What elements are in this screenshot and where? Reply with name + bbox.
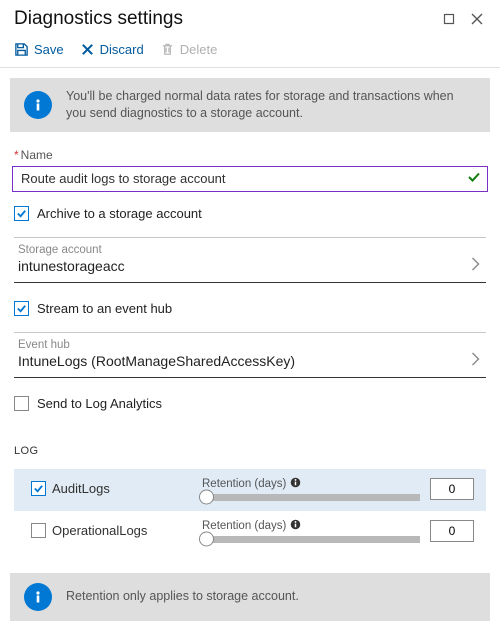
blade-header: Diagnostics settings	[0, 0, 500, 34]
discard-button[interactable]: Discard	[80, 42, 144, 57]
log-analytics-checkbox[interactable]	[14, 396, 29, 411]
name-label: *Name	[0, 148, 500, 162]
log-analytics-label: Send to Log Analytics	[37, 396, 162, 411]
discard-label: Discard	[100, 42, 144, 57]
name-input[interactable]	[19, 170, 467, 187]
archive-label: Archive to a storage account	[37, 206, 202, 221]
log-row-operationallogs: OperationalLogs Retention (days)	[14, 511, 486, 553]
retention-label: Retention (days)	[202, 478, 286, 490]
chevron-right-icon	[471, 257, 482, 274]
info-icon[interactable]	[290, 519, 301, 533]
info-icon[interactable]	[290, 477, 301, 491]
retention-slider-col: Retention (days)	[202, 519, 420, 543]
name-input-wrap[interactable]	[12, 166, 488, 192]
event-hub-picker[interactable]: Event hub IntuneLogs (RootManageSharedAc…	[14, 332, 486, 378]
retention-input[interactable]	[430, 520, 474, 542]
log-heading: LOG	[14, 445, 486, 457]
info-message: Retention only applies to storage accoun…	[66, 588, 299, 605]
slider-thumb[interactable]	[199, 532, 214, 547]
storage-account-value: intunestorageacc	[18, 258, 471, 274]
log-section: LOG AuditLogs Retention (days)	[0, 445, 500, 553]
storage-account-picker[interactable]: Storage account intunestorageacc	[14, 237, 486, 283]
stream-checkbox-row[interactable]: Stream to an event hub	[0, 299, 500, 326]
log-table: AuditLogs Retention (days)	[14, 469, 486, 553]
retention-slider-col: Retention (days)	[202, 477, 420, 501]
info-icon	[24, 583, 52, 611]
event-hub-value: IntuneLogs (RootManageSharedAccessKey)	[18, 353, 471, 369]
toolbar-divider	[0, 67, 500, 68]
retention-slider[interactable]	[202, 494, 420, 501]
slider-thumb[interactable]	[199, 490, 214, 505]
operationallogs-checkbox[interactable]	[31, 523, 46, 538]
info-icon	[24, 91, 52, 119]
storage-account-label: Storage account	[18, 244, 471, 256]
restore-icon[interactable]	[440, 10, 458, 28]
log-name: AuditLogs	[52, 481, 202, 496]
delete-label: Delete	[180, 42, 218, 57]
log-row-auditlogs: AuditLogs Retention (days)	[14, 469, 486, 511]
info-message: You'll be charged normal data rates for …	[66, 88, 476, 122]
required-asterisk: *	[14, 148, 19, 162]
discard-icon	[80, 42, 95, 57]
close-icon[interactable]	[468, 10, 486, 28]
info-banner-top: You'll be charged normal data rates for …	[10, 78, 490, 132]
archive-checkbox-row[interactable]: Archive to a storage account	[0, 204, 500, 231]
log-name: OperationalLogs	[52, 523, 202, 538]
retention-label: Retention (days)	[202, 520, 286, 532]
stream-label: Stream to an event hub	[37, 301, 172, 316]
save-label: Save	[34, 42, 64, 57]
auditlogs-checkbox[interactable]	[31, 481, 46, 496]
diagnostics-blade: Diagnostics settings Save Discard	[0, 0, 500, 621]
stream-checkbox[interactable]	[14, 301, 29, 316]
info-banner-bottom: Retention only applies to storage accoun…	[10, 573, 490, 621]
retention-input[interactable]	[430, 478, 474, 500]
command-bar: Save Discard Delete	[0, 34, 500, 67]
event-hub-label: Event hub	[18, 339, 471, 351]
archive-checkbox[interactable]	[14, 206, 29, 221]
log-analytics-checkbox-row[interactable]: Send to Log Analytics	[0, 394, 500, 421]
chevron-right-icon	[471, 352, 482, 369]
valid-check-icon	[467, 170, 481, 187]
delete-button: Delete	[160, 42, 218, 57]
save-button[interactable]: Save	[14, 42, 64, 57]
blade-title: Diagnostics settings	[14, 8, 440, 30]
save-icon	[14, 42, 29, 57]
window-controls	[440, 10, 486, 28]
retention-slider[interactable]	[202, 536, 420, 543]
delete-icon	[160, 42, 175, 57]
